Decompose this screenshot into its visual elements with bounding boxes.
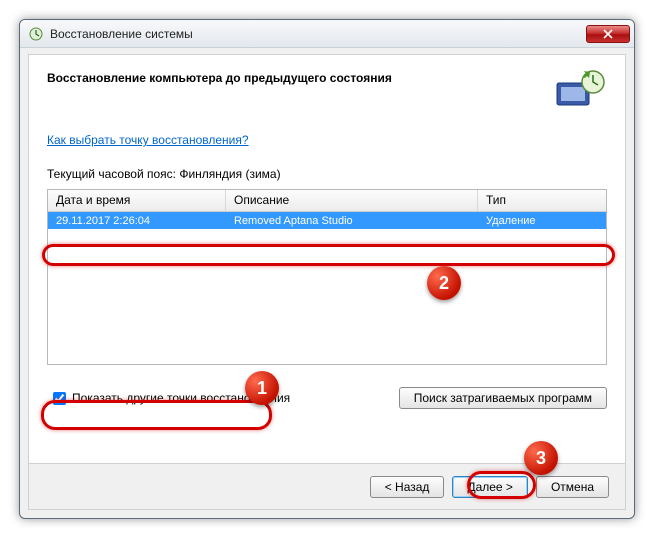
restore-points-table[interactable]: Дата и время Описание Тип 29.11.2017 2:2… xyxy=(47,189,607,365)
window-title: Восстановление системы xyxy=(50,27,586,41)
cell-description: Removed Aptana Studio xyxy=(226,215,478,227)
timezone-label: Текущий часовой пояс: Финляндия (зима) xyxy=(29,157,625,185)
table-row[interactable]: 29.11.2017 2:26:04 Removed Aptana Studio… xyxy=(48,212,606,229)
next-button[interactable]: Далее > xyxy=(452,476,528,498)
close-button[interactable] xyxy=(586,25,630,43)
how-to-choose-link[interactable]: Как выбрать точку восстановления? xyxy=(47,133,249,147)
dialog-body: Восстановление компьютера до предыдущего… xyxy=(28,54,626,510)
affected-programs-button[interactable]: Поиск затрагиваемых программ xyxy=(399,387,607,409)
show-other-points-label: Показать другие точки восстановления xyxy=(72,391,290,405)
column-type[interactable]: Тип xyxy=(478,190,606,211)
titlebar: Восстановление системы xyxy=(20,20,634,48)
cancel-button[interactable]: Отмена xyxy=(536,476,609,498)
show-other-points-input[interactable] xyxy=(53,392,66,405)
table-header: Дата и время Описание Тип xyxy=(48,190,606,212)
system-restore-window: Восстановление системы Восстановление ко… xyxy=(19,19,635,519)
restore-icon xyxy=(28,26,44,42)
column-datetime[interactable]: Дата и время xyxy=(48,190,226,211)
cell-type: Удаление xyxy=(478,215,606,227)
wizard-footer: < Назад Далее > Отмена xyxy=(29,463,625,509)
column-description[interactable]: Описание xyxy=(226,190,478,211)
cell-datetime: 29.11.2017 2:26:04 xyxy=(48,215,226,227)
show-other-points-checkbox[interactable]: Показать другие точки восстановления xyxy=(47,385,300,411)
page-title: Восстановление компьютера до предыдущего… xyxy=(47,69,553,85)
back-button[interactable]: < Назад xyxy=(370,476,445,498)
restore-logo-icon xyxy=(553,69,607,113)
